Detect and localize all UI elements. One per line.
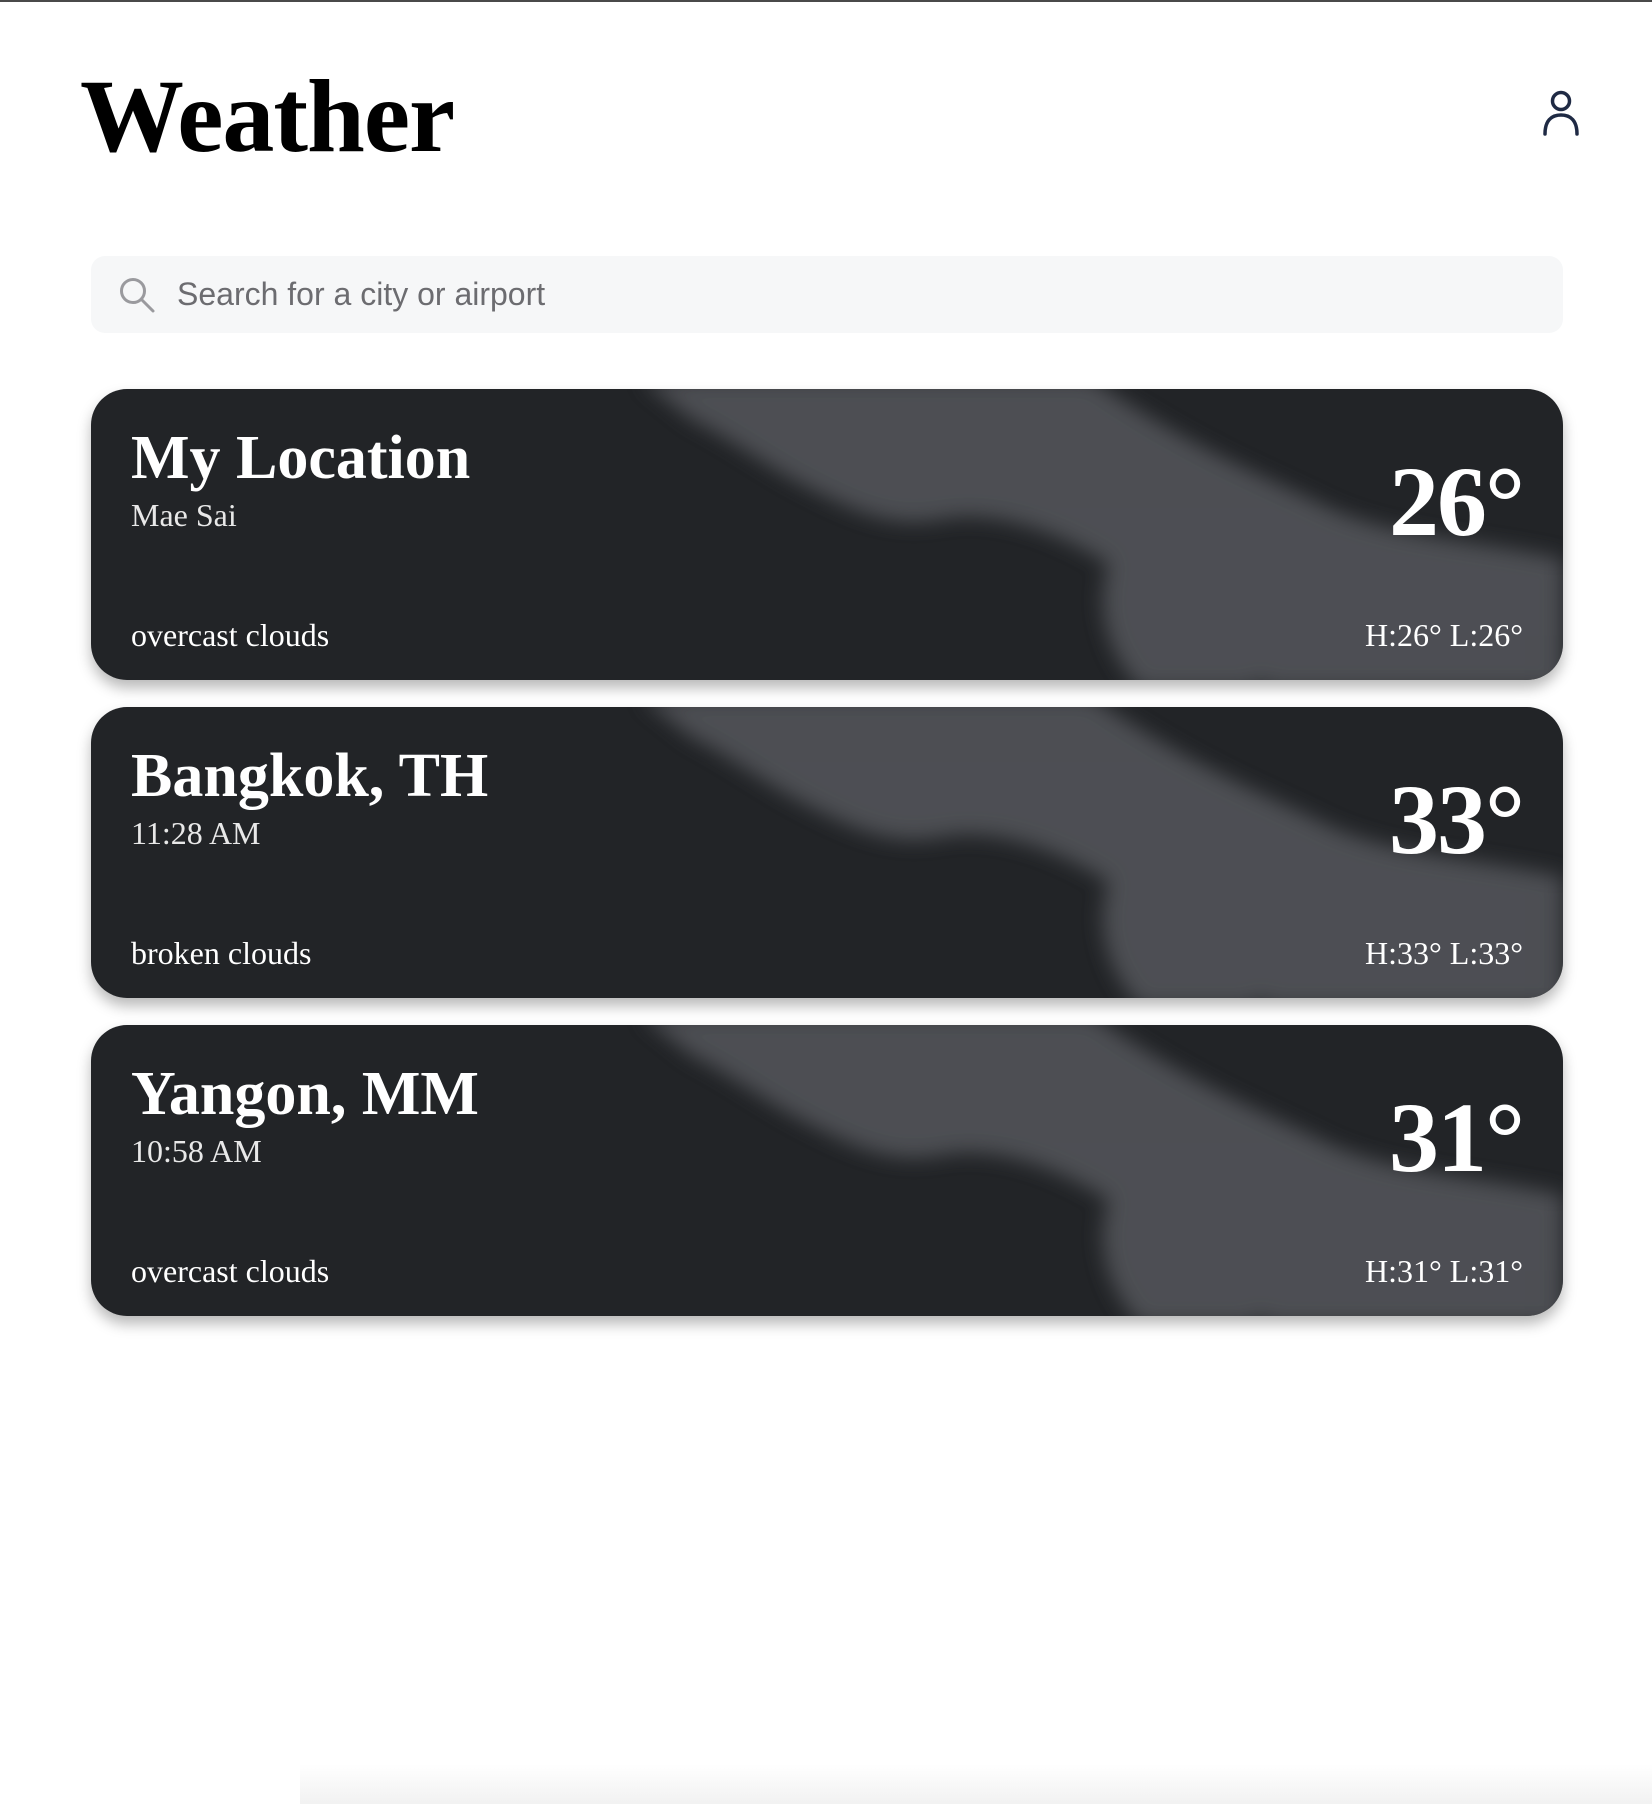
page-title: Weather	[80, 59, 455, 174]
card-high-low: H:33° L:33°	[1364, 935, 1523, 971]
card-subtitle: 10:58 AM	[131, 1133, 262, 1169]
card-subtitle: 11:28 AM	[131, 815, 261, 851]
search-icon	[117, 275, 157, 315]
card-city: My Location	[131, 424, 471, 492]
user-icon	[1543, 90, 1579, 136]
location-card[interactable]: Yangon, MM 10:58 AM overcast clouds 31° …	[91, 1025, 1563, 1316]
search-bar[interactable]	[91, 256, 1563, 333]
card-subtitle: Mae Sai	[131, 497, 237, 533]
card-condition: broken clouds	[131, 935, 312, 971]
location-card[interactable]: Bangkok, TH 11:28 AM broken clouds 33° H…	[91, 707, 1563, 998]
card-city: Yangon, MM	[131, 1060, 479, 1128]
profile-button[interactable]	[1538, 88, 1584, 138]
location-card[interactable]: My Location Mae Sai overcast clouds 26° …	[91, 389, 1563, 680]
location-list: My Location Mae Sai overcast clouds 26° …	[91, 389, 1563, 1343]
app-header: Weather	[80, 59, 1579, 174]
card-temperature: 26°	[1389, 446, 1525, 557]
card-city: Bangkok, TH	[131, 742, 489, 810]
card-high-low: H:26° L:26°	[1364, 617, 1523, 653]
card-temperature: 33°	[1389, 764, 1525, 875]
card-high-low: H:31° L:31°	[1364, 1253, 1523, 1289]
card-condition: overcast clouds	[131, 617, 330, 653]
card-condition: overcast clouds	[131, 1253, 330, 1289]
search-input[interactable]	[175, 263, 1479, 326]
card-temperature: 31°	[1389, 1082, 1525, 1193]
bottom-fade	[300, 1764, 1652, 1804]
